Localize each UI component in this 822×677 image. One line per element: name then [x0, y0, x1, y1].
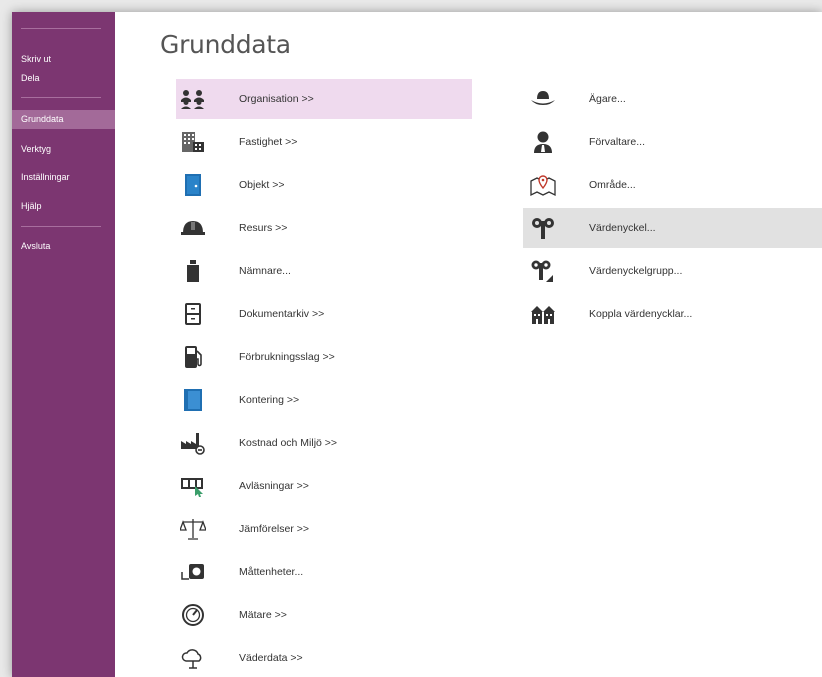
menu-item-matare[interactable]: Mätare >> [176, 595, 472, 635]
building-icon [180, 129, 206, 155]
menu-item-label: Måttenheter... [239, 566, 304, 578]
menu-item-label: Område... [589, 179, 636, 191]
menu-item-fastighet[interactable]: Fastighet >> [176, 122, 472, 162]
fuel-pump-icon [180, 344, 206, 370]
sidebar: Skriv ut Dela Grunddata Verktyg Inställn… [12, 12, 115, 677]
sidebar-item-share[interactable]: Dela [12, 69, 115, 87]
scales-icon [180, 516, 206, 542]
factory-icon [180, 430, 206, 456]
weight-icon [180, 258, 206, 284]
menu-item-kostnad-miljo[interactable]: Kostnad och Miljö >> [176, 423, 472, 463]
ledger-icon [180, 387, 206, 413]
menu-item-agare[interactable]: Ägare... [523, 79, 822, 119]
sidebar-item-exit[interactable]: Avsluta [12, 237, 115, 255]
menu-item-vardenyckelgrupp[interactable]: Värdenyckelgrupp... [523, 251, 822, 291]
cloud-icon [180, 645, 206, 671]
menu-item-kontering[interactable]: Kontering >> [176, 380, 472, 420]
menu-item-label: Organisation >> [239, 93, 314, 105]
sidebar-item-settings[interactable]: Inställningar [12, 168, 115, 186]
menu-item-label: Fastighet >> [239, 136, 298, 148]
menu-item-label: Resurs >> [239, 222, 288, 234]
sidebar-separator [21, 97, 101, 98]
sidebar-item-tools[interactable]: Verktyg [12, 140, 115, 158]
menu-item-label: Objekt >> [239, 179, 285, 191]
key-icon [530, 215, 556, 241]
key-group-icon [530, 258, 556, 284]
hat-icon [530, 86, 556, 112]
menu-item-vaderdata[interactable]: Väderdata >> [176, 638, 472, 677]
menu-item-label: Kostnad och Miljö >> [239, 437, 338, 449]
cabinet-icon [180, 301, 206, 327]
main-panel: Grunddata Organisation >> Fastighet >> O… [115, 12, 822, 677]
menu-item-label: Väderdata >> [239, 652, 303, 664]
sidebar-item-print[interactable]: Skriv ut [12, 50, 115, 68]
menu-item-avlasningar[interactable]: Avläsningar >> [176, 466, 472, 506]
gauge-icon [180, 602, 206, 628]
people-icon [180, 86, 206, 112]
menu-item-label: Mätare >> [239, 609, 287, 621]
menu-item-resurs[interactable]: Resurs >> [176, 208, 472, 248]
menu-item-koppla-vardenycklar[interactable]: Koppla värdenycklar... [523, 294, 822, 334]
menu-item-label: Avläsningar >> [239, 480, 309, 492]
hardhat-icon [180, 215, 206, 241]
door-icon [180, 172, 206, 198]
sidebar-item-grunddata[interactable]: Grunddata [12, 110, 115, 129]
sidebar-item-help[interactable]: Hjälp [12, 197, 115, 215]
units-icon [180, 559, 206, 585]
menu-item-mattenheter[interactable]: Måttenheter... [176, 552, 472, 592]
menu-item-label: Nämnare... [239, 265, 291, 277]
meter-reading-icon [180, 473, 206, 499]
menu-item-label: Jämförelser >> [239, 523, 310, 535]
sidebar-separator [21, 28, 101, 29]
menu-item-label: Dokumentarkiv >> [239, 308, 325, 320]
menu-item-vardenyckel[interactable]: Värdenyckel... [523, 208, 822, 248]
manager-icon [530, 129, 556, 155]
menu-item-label: Koppla värdenycklar... [589, 308, 693, 320]
menu-item-omrade[interactable]: Område... [523, 165, 822, 205]
menu-item-organisation[interactable]: Organisation >> [176, 79, 472, 119]
menu-item-objekt[interactable]: Objekt >> [176, 165, 472, 205]
menu-item-label: Värdenyckelgrupp... [589, 265, 683, 277]
sidebar-separator [21, 226, 101, 227]
backstage-window: Skriv ut Dela Grunddata Verktyg Inställn… [12, 12, 822, 677]
menu-item-label: Förbrukningsslag >> [239, 351, 335, 363]
menu-item-label: Förvaltare... [589, 136, 646, 148]
page-title: Grunddata [160, 30, 291, 59]
menu-item-forvaltare[interactable]: Förvaltare... [523, 122, 822, 162]
map-pin-icon [530, 172, 556, 198]
menu-item-label: Kontering >> [239, 394, 300, 406]
link-buildings-icon [530, 301, 556, 327]
menu-item-dokumentarkiv[interactable]: Dokumentarkiv >> [176, 294, 472, 334]
menu-item-label: Värdenyckel... [589, 222, 656, 234]
menu-item-namnare[interactable]: Nämnare... [176, 251, 472, 291]
menu-item-label: Ägare... [589, 93, 626, 105]
menu-item-jamforelser[interactable]: Jämförelser >> [176, 509, 472, 549]
menu-item-forbrukningsslag[interactable]: Förbrukningsslag >> [176, 337, 472, 377]
